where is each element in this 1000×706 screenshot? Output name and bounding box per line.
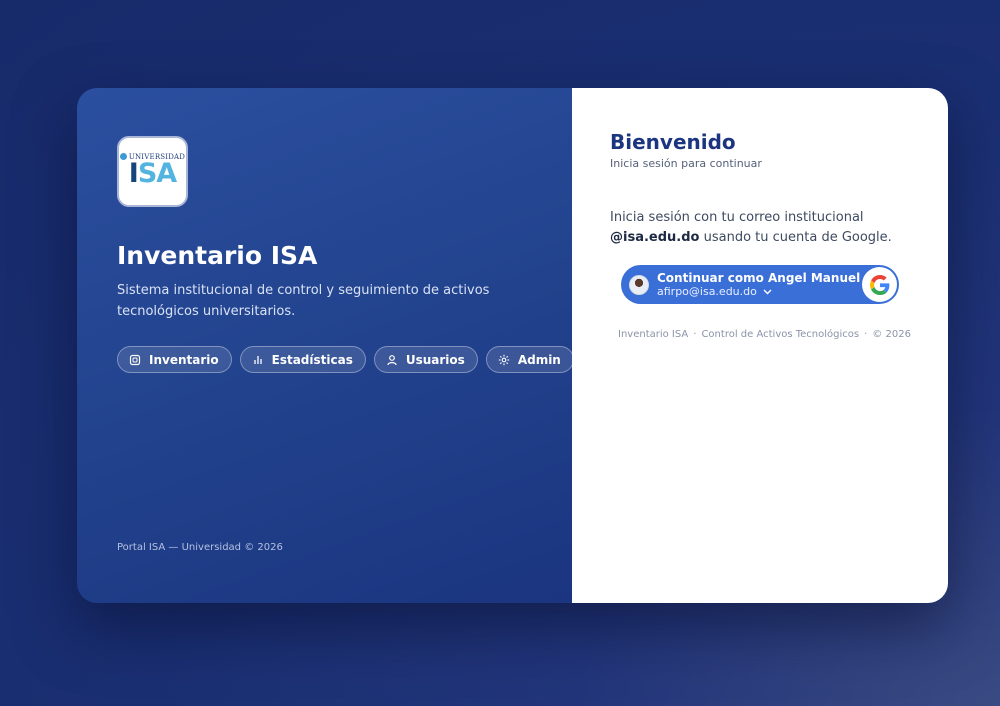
chip-inventario[interactable]: Inventario bbox=[117, 346, 232, 373]
settings-icon bbox=[498, 354, 510, 365]
login-instructions: Inicia sesión con tu correo instituciona… bbox=[610, 210, 892, 245]
app-title: Inventario ISA bbox=[117, 241, 318, 270]
brand-footer: Portal ISA — Universidad © 2026 bbox=[117, 542, 283, 553]
chevron-down-icon[interactable] bbox=[763, 289, 772, 295]
welcome-subheading: Inicia sesión para continuar bbox=[610, 157, 762, 170]
google-logo-icon bbox=[862, 267, 897, 302]
login-panel: Bienvenido Inicia sesión para continuar … bbox=[572, 88, 948, 603]
feature-chips: Inventario Estadísticas Usuarios Admin bbox=[117, 346, 574, 373]
institutional-domain: @isa.edu.do bbox=[610, 230, 700, 245]
chip-usuarios[interactable]: Usuarios bbox=[373, 346, 478, 373]
app-subtitle: Sistema institucional de control y segui… bbox=[117, 283, 490, 319]
chip-estadisticas[interactable]: Estadísticas bbox=[239, 346, 366, 373]
bar-chart-icon bbox=[253, 355, 262, 364]
google-account-email: afirpo@isa.edu.do bbox=[657, 285, 757, 298]
globe-icon bbox=[119, 153, 127, 160]
google-signin-button[interactable]: Continuar como Angel Manuel afirpo@isa.e… bbox=[621, 265, 899, 304]
chip-admin[interactable]: Admin bbox=[485, 346, 574, 373]
login-footer: Inventario ISA · Control de Activos Tecnol… bbox=[618, 329, 911, 340]
avatar bbox=[629, 274, 649, 295]
logo-letters: ISA bbox=[128, 157, 177, 189]
university-logo: UNIVERSIDAD ISA bbox=[117, 136, 188, 207]
box-icon bbox=[129, 354, 141, 365]
login-card: UNIVERSIDAD ISA Inventario ISA Sistema i… bbox=[77, 88, 948, 603]
google-account-name: Continuar como Angel Manuel bbox=[657, 271, 861, 285]
user-icon bbox=[387, 354, 397, 365]
welcome-heading: Bienvenido bbox=[610, 130, 736, 154]
brand-panel: UNIVERSIDAD ISA Inventario ISA Sistema i… bbox=[77, 88, 574, 603]
